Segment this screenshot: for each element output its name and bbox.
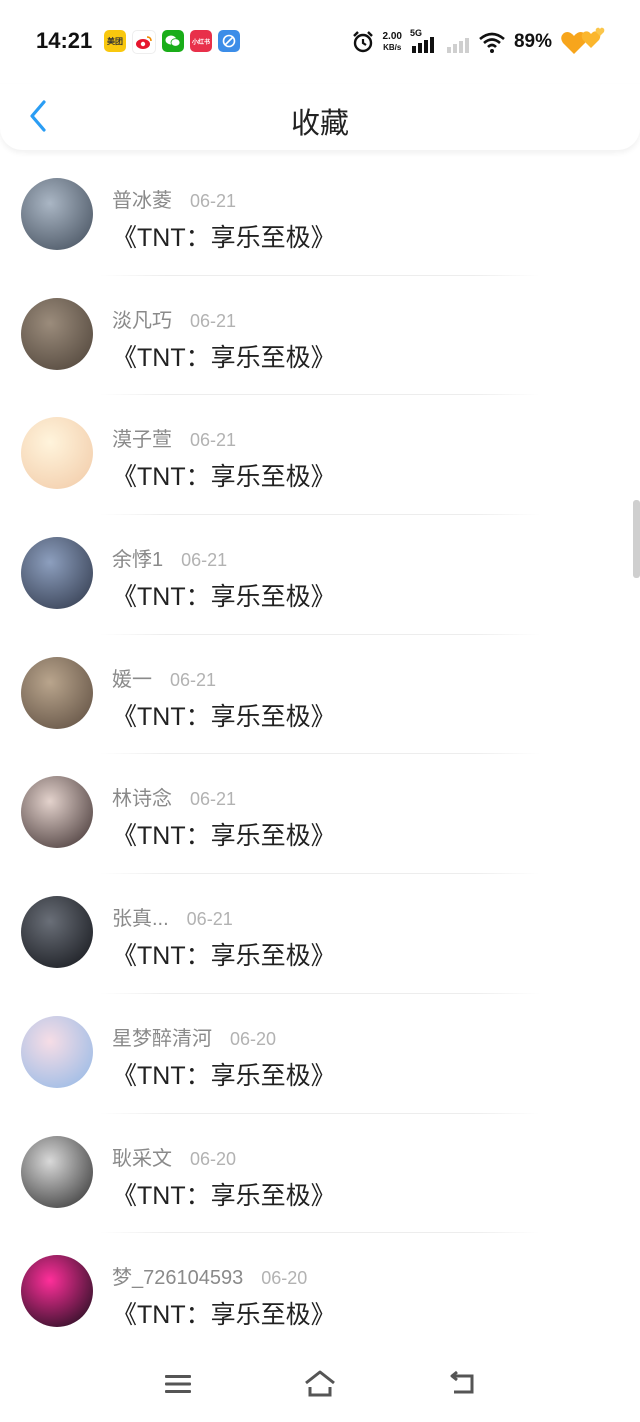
item-meta: 张真... 06-21 <box>112 902 233 931</box>
avatar[interactable] <box>21 896 93 969</box>
notification-icons: 美团 小红书 <box>104 30 240 54</box>
item-meta: 普冰菱 06-21 <box>112 184 236 213</box>
alarm-icon <box>352 31 373 53</box>
menu-icon <box>165 1375 191 1393</box>
wechat-icon <box>162 30 184 52</box>
item-title[interactable]: 《TNT：享乐至极》 <box>112 697 336 733</box>
meituan-icon: 美团 <box>104 30 126 52</box>
list-item[interactable]: 星梦醉清河 06-20 《TNT：享乐至极》 <box>0 994 640 1114</box>
wifi-icon <box>479 32 505 53</box>
item-meta: 漠子萱 06-21 <box>112 423 236 452</box>
system-nav-bar <box>0 1350 640 1422</box>
user-name[interactable]: 淡凡巧 <box>112 304 172 333</box>
user-name[interactable]: 媛一 <box>112 663 152 692</box>
item-title[interactable]: 《TNT：享乐至极》 <box>112 816 336 852</box>
user-name[interactable]: 余悸1 <box>112 543 163 572</box>
home-icon <box>305 1370 335 1397</box>
user-name[interactable]: 耿采文 <box>112 1142 172 1171</box>
item-title[interactable]: 《TNT：享乐至极》 <box>112 936 336 972</box>
item-meta: 梦_726104593 06-20 <box>112 1261 307 1290</box>
status-bar: 14:21 美团 小红书 2.00 KB/s 5G 89% <box>0 0 640 84</box>
item-meta: 星梦醉清河 06-20 <box>112 1022 276 1051</box>
net-speed-unit: KB/s <box>383 43 402 52</box>
item-date: 06-21 <box>190 191 237 211</box>
back-arrow-icon <box>450 1370 474 1394</box>
item-meta: 余悸1 06-21 <box>112 543 227 572</box>
avatar[interactable] <box>21 537 93 610</box>
user-name[interactable]: 梦_726104593 <box>112 1261 243 1290</box>
browser-icon <box>218 30 240 52</box>
item-date: 06-21 <box>170 669 217 690</box>
xiaohongshu-icon: 小红书 <box>190 30 212 52</box>
list-item[interactable]: 林诗念 06-21 《TNT：享乐至极》 <box>0 754 640 875</box>
avatar[interactable] <box>21 178 93 250</box>
avatar[interactable] <box>21 656 93 729</box>
weibo-icon <box>132 30 156 54</box>
status-time: 14:21 <box>36 28 93 53</box>
user-name[interactable]: 漠子萱 <box>112 423 172 452</box>
signal-2-icon <box>446 38 469 53</box>
avatar[interactable] <box>21 1015 93 1088</box>
item-date: 06-21 <box>190 430 237 451</box>
item-meta: 媛一 06-21 <box>112 663 216 692</box>
list-item[interactable]: 耿采文 06-20 《TNT：享乐至极》 <box>0 1114 640 1234</box>
battery-percentage: 89% <box>513 31 552 52</box>
network-speed: 2.00 KB/s <box>383 31 402 53</box>
item-title[interactable]: 《TNT：享乐至极》 <box>112 577 336 613</box>
list-item[interactable]: 淡凡巧 06-21 《TNT：享乐至极》 <box>0 276 640 396</box>
user-name[interactable]: 林诗念 <box>112 782 172 811</box>
battery-hearts-icon <box>561 27 605 54</box>
item-date: 06-20 <box>230 1028 277 1049</box>
item-meta: 耿采文 06-20 <box>112 1142 236 1171</box>
user-name[interactable]: 星梦醉清河 <box>112 1022 212 1051</box>
home-button[interactable] <box>296 1360 344 1408</box>
item-title[interactable]: 《TNT：享乐至极》 <box>112 1056 336 1092</box>
item-title[interactable]: 《TNT：享乐至极》 <box>112 218 336 254</box>
avatar[interactable] <box>21 297 93 370</box>
item-date: 06-21 <box>186 909 233 930</box>
item-meta: 林诗念 06-21 <box>112 782 236 811</box>
menu-button[interactable] <box>154 1360 202 1408</box>
avatar[interactable] <box>21 1135 93 1208</box>
item-title[interactable]: 《TNT：享乐至极》 <box>112 1295 336 1331</box>
item-date: 06-20 <box>190 1148 237 1169</box>
avatar[interactable] <box>21 417 93 490</box>
favorites-list: 普冰菱 06-21 《TNT：享乐至极》 淡凡巧 06-21 《TNT：享乐至极》 漠子萱 0… <box>0 156 640 1353</box>
list-item[interactable]: 漠子萱 06-21 《TNT：享乐至极》 <box>0 395 640 516</box>
back-nav-button[interactable] <box>438 1360 486 1408</box>
list-item[interactable]: 张真... 06-21 《TNT：享乐至极》 <box>0 874 640 994</box>
item-title[interactable]: 《TNT：享乐至极》 <box>112 1176 336 1212</box>
user-name[interactable]: 张真... <box>112 902 169 931</box>
system-icons: 2.00 KB/s 5G 89% <box>351 26 607 58</box>
item-date: 06-20 <box>261 1268 308 1289</box>
signal-icon: 5G <box>410 28 438 54</box>
list-item[interactable]: 普冰菱 06-21 《TNT：享乐至极》 <box>0 156 640 276</box>
page-header: 收藏 <box>0 84 640 150</box>
item-date: 06-21 <box>190 310 237 331</box>
page-title: 收藏 <box>290 108 349 140</box>
net-speed-value: 2.00 <box>382 31 402 42</box>
list-item[interactable]: 余悸1 06-21 《TNT：享乐至极》 <box>0 515 640 635</box>
list-item[interactable]: 媛一 06-21 《TNT：享乐至极》 <box>0 635 640 755</box>
item-meta: 淡凡巧 06-21 <box>112 304 236 333</box>
item-title[interactable]: 《TNT：享乐至极》 <box>112 457 336 493</box>
list-item[interactable]: 梦_726104593 06-20 《TNT：享乐至极》 <box>0 1233 640 1353</box>
item-date: 06-21 <box>181 550 228 571</box>
item-date: 06-21 <box>190 789 237 810</box>
scrollbar[interactable] <box>633 500 640 578</box>
avatar[interactable] <box>21 1255 93 1328</box>
user-name[interactable]: 普冰菱 <box>112 184 172 213</box>
item-title[interactable]: 《TNT：享乐至极》 <box>112 338 336 374</box>
avatar[interactable] <box>21 776 93 849</box>
